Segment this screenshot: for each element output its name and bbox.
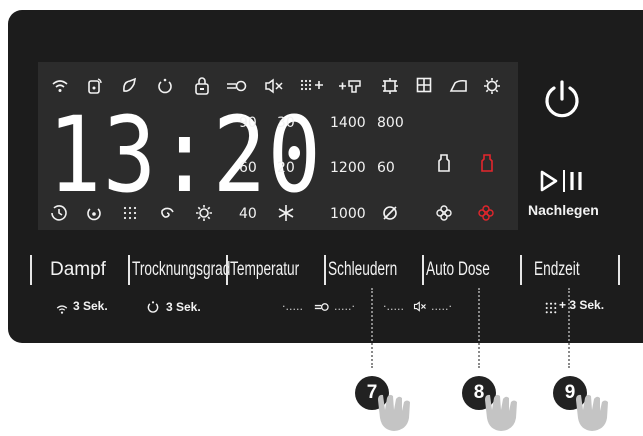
endzeit-hint: + 3 Sek. — [545, 298, 604, 318]
separator — [226, 255, 228, 285]
key-icon — [314, 303, 329, 311]
settings-icon — [480, 77, 504, 98]
timer-icon — [47, 204, 71, 225]
leader-line-8 — [478, 288, 480, 368]
separator — [520, 255, 522, 285]
detergent-bottle-red-icon — [475, 153, 499, 176]
dry-icon — [147, 301, 159, 313]
detergent-bottle-icon — [432, 153, 456, 176]
cold-wash-icon — [378, 77, 402, 98]
leader-line-9 — [568, 288, 570, 368]
schleudern-button[interactable]: Schleudern — [328, 259, 397, 281]
dampf-button[interactable]: Dampf — [50, 259, 106, 281]
dots-grid-icon — [545, 302, 557, 314]
hand-pointer-icon — [485, 394, 517, 431]
temp-30: 30 — [277, 115, 295, 131]
wifi-icon — [56, 305, 68, 314]
spin-800: 800 — [377, 115, 404, 131]
spiral-icon — [155, 204, 179, 225]
extra-options-icon — [300, 78, 326, 95]
leader-line-7 — [371, 288, 373, 368]
separator — [618, 255, 620, 285]
sun-icon — [192, 204, 216, 225]
endzeit-button[interactable]: Endzeit — [534, 259, 580, 281]
snowflake-icon — [274, 204, 298, 225]
nachlegen-label: Nachlegen — [528, 202, 599, 218]
trocknungsgrad-button[interactable]: Trocknungsgrad — [132, 259, 230, 281]
temp-60: 60 — [239, 160, 257, 176]
temp-90: 90 — [239, 115, 257, 131]
flower-red-icon — [474, 204, 498, 225]
mute-icon — [413, 301, 426, 312]
start-pause-button[interactable]: Nachlegen — [528, 168, 638, 224]
spin-1400: 1400 — [330, 115, 366, 131]
temp-20: 20 — [277, 160, 295, 176]
dampf-hint: 3 Sek. — [55, 299, 108, 319]
spin-1200: 1200 — [330, 160, 366, 176]
separator — [30, 255, 32, 285]
dots-grid-icon — [118, 206, 142, 223]
flower-icon — [432, 204, 456, 225]
auto-dose-button[interactable]: Auto Dose — [426, 259, 490, 281]
separator — [324, 255, 326, 285]
trocknungsgrad-hint: 3 Sek. — [146, 299, 201, 318]
iron-icon — [447, 79, 471, 96]
hand-pointer-icon — [378, 394, 410, 431]
hand-pointer-icon — [576, 394, 608, 431]
dry-level-icon — [82, 204, 106, 225]
spin-60: 60 — [377, 160, 395, 176]
no-spin-icon — [378, 204, 402, 225]
steam-icon — [338, 77, 364, 98]
separator — [422, 255, 424, 285]
temp-40: 40 — [239, 206, 257, 222]
separator — [128, 255, 130, 285]
power-button[interactable] — [540, 78, 584, 122]
play-pause-icon — [540, 170, 582, 192]
power-icon — [545, 80, 579, 118]
grid-icon — [412, 77, 436, 96]
temperatur-button[interactable]: Temperatur — [230, 259, 299, 281]
spin-1000: 1000 — [330, 206, 366, 222]
